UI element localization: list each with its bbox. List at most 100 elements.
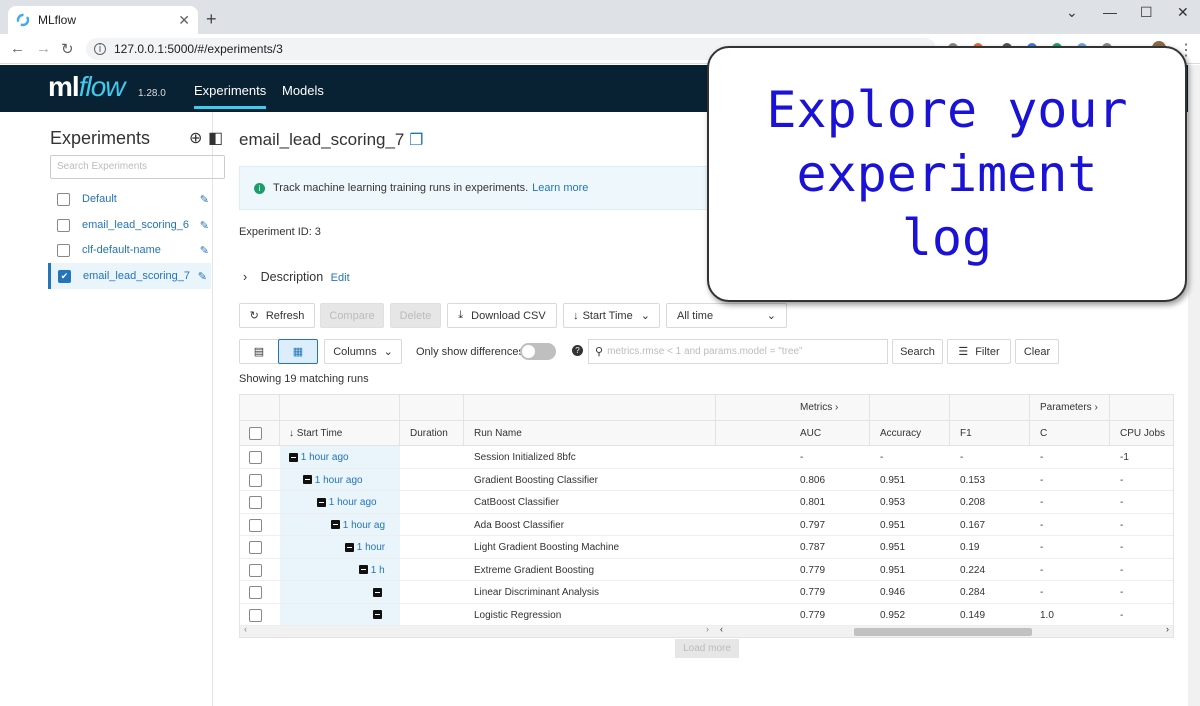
chevron-right-icon[interactable]: ›: [243, 270, 247, 284]
compare-button[interactable]: Compare: [320, 303, 384, 328]
start-time-cell[interactable]: 1 h: [359, 565, 399, 576]
sort-select[interactable]: ↓ Start Time ⌄: [563, 303, 660, 328]
new-tab-icon[interactable]: +: [206, 9, 217, 30]
load-more-button[interactable]: Load more: [675, 639, 739, 658]
search-button[interactable]: Search: [892, 339, 943, 364]
tab-search-icon[interactable]: ⌄: [1066, 4, 1078, 21]
collapse-row-icon[interactable]: [373, 610, 382, 620]
forward-icon[interactable]: →: [36, 40, 51, 57]
row-checkbox[interactable]: [249, 451, 262, 464]
learn-more-link[interactable]: Learn more: [532, 182, 588, 194]
row-checkbox[interactable]: [249, 473, 262, 487]
scroll-left-icon[interactable]: ‹: [244, 624, 247, 634]
collapse-row-icon[interactable]: [373, 587, 382, 597]
experiment-checkbox[interactable]: [57, 243, 70, 257]
table-row[interactable]: 1 hour ago Gradient Boosting Classifier 0.…: [240, 468, 1173, 491]
sidebar-item-default[interactable]: Default ✎: [50, 186, 213, 212]
download-csv-button[interactable]: ⤓ Download CSV: [447, 303, 557, 328]
collapse-sidebar-icon[interactable]: ◧: [208, 128, 223, 148]
sidebar-item-email-lead-scoring-6[interactable]: email_lead_scoring_6 ✎: [50, 212, 213, 238]
edit-description-link[interactable]: Edit: [331, 272, 350, 284]
page-scrollbar[interactable]: [1188, 65, 1200, 706]
start-time-cell[interactable]: 1 hour ago: [289, 452, 399, 463]
start-time-cell[interactable]: [373, 587, 399, 598]
sidebar-item-clf-default-name[interactable]: clf-default-name ✎: [50, 237, 213, 263]
list-view-icon[interactable]: ▤: [239, 339, 279, 364]
row-checkbox[interactable]: [249, 563, 262, 577]
horizontal-scrollbar[interactable]: ‹ › ‹ ›: [240, 624, 1173, 637]
runs-search-input[interactable]: ⚲ metrics.rmse < 1 and params.model = "t…: [588, 339, 888, 364]
start-time-cell[interactable]: 1 hour ago: [303, 475, 399, 486]
collapse-row-icon[interactable]: [359, 565, 368, 575]
row-checkbox[interactable]: [249, 518, 262, 532]
table-row[interactable]: Linear Discriminant Analysis 0.779 0.946 0.…: [240, 581, 1173, 604]
start-time-link[interactable]: 1 hour ago: [329, 497, 377, 508]
start-time-cell[interactable]: 1 hour ag: [331, 520, 399, 531]
start-time-link[interactable]: 1 hour ago: [301, 452, 349, 463]
site-info-icon[interactable]: i: [94, 43, 106, 55]
clear-button[interactable]: Clear: [1015, 339, 1059, 364]
start-time-cell[interactable]: 1 hour ago: [317, 497, 399, 508]
experiment-checkbox-checked[interactable]: ✔: [58, 269, 71, 283]
help-icon[interactable]: ?: [572, 345, 583, 356]
col-duration[interactable]: Duration: [410, 428, 448, 439]
scroll-right-icon[interactable]: ›: [1166, 624, 1169, 634]
only-differences-toggle[interactable]: [520, 343, 556, 360]
col-auc[interactable]: AUC: [800, 428, 821, 439]
scrollbar-thumb[interactable]: [854, 628, 1032, 636]
row-checkbox[interactable]: [249, 586, 262, 599]
grid-view-icon[interactable]: ▦: [278, 339, 318, 364]
table-row[interactable]: 1 hour ago CatBoost Classifier 0.801 0.953 0…: [240, 491, 1173, 514]
tab-close-icon[interactable]: ✕: [178, 12, 190, 29]
collapse-row-icon[interactable]: [303, 475, 312, 485]
experiment-checkbox[interactable]: [57, 218, 70, 232]
run-name-cell[interactable]: Logistic Regression: [474, 610, 561, 621]
table-row[interactable]: Logistic Regression 0.779 0.952 0.149 1.0 -: [240, 603, 1173, 626]
col-run-name[interactable]: Run Name: [474, 428, 522, 439]
edit-pencil-icon[interactable]: ✎: [198, 270, 207, 283]
start-time-link[interactable]: 1 h: [371, 565, 385, 576]
col-cpu-jobs[interactable]: CPU Jobs: [1120, 428, 1165, 439]
search-experiments-input[interactable]: Search Experiments: [50, 155, 225, 179]
table-row[interactable]: 1 hour ag Ada Boost Classifier 0.797 0.951 0…: [240, 513, 1173, 536]
start-time-link[interactable]: 1 hour ag: [343, 520, 385, 531]
sidebar-item-email-lead-scoring-7[interactable]: ✔ email_lead_scoring_7 ✎: [48, 263, 211, 289]
collapse-row-icon[interactable]: [317, 497, 326, 507]
edit-pencil-icon[interactable]: ✎: [200, 193, 209, 206]
collapse-row-icon[interactable]: [331, 520, 340, 530]
delete-button[interactable]: Delete: [390, 303, 441, 328]
table-row[interactable]: 1 hour ago Session Initialized 8bfc - - - - -1: [240, 446, 1173, 469]
copy-icon[interactable]: ❐: [409, 132, 423, 149]
select-all-checkbox[interactable]: [249, 427, 262, 440]
refresh-button[interactable]: ↻ Refresh: [239, 303, 315, 328]
metrics-group-header[interactable]: Metrics ›: [800, 402, 838, 413]
run-name-cell[interactable]: Extreme Gradient Boosting: [474, 565, 594, 576]
mlflow-logo[interactable]: mlflow: [48, 71, 125, 103]
nav-experiments[interactable]: Experiments: [194, 83, 267, 109]
edit-pencil-icon[interactable]: ✎: [200, 219, 209, 232]
run-name-cell[interactable]: Session Initialized 8bfc: [474, 452, 576, 463]
start-time-cell[interactable]: 1 hour: [345, 542, 399, 553]
nav-models[interactable]: Models: [282, 83, 324, 98]
add-experiment-icon[interactable]: ⊕: [189, 128, 202, 148]
run-name-cell[interactable]: Gradient Boosting Classifier: [474, 475, 598, 486]
col-accuracy[interactable]: Accuracy: [880, 428, 921, 439]
row-checkbox[interactable]: [249, 608, 262, 622]
row-checkbox[interactable]: [249, 541, 262, 554]
filter-button[interactable]: ☰ Filter: [947, 339, 1011, 364]
start-time-cell[interactable]: [373, 610, 399, 621]
col-c[interactable]: C: [1040, 428, 1047, 439]
description-toggle[interactable]: › Description Edit: [243, 270, 350, 284]
minimize-icon[interactable]: —: [1103, 4, 1117, 20]
window-close-icon[interactable]: ✕: [1177, 4, 1189, 21]
parameters-group-header[interactable]: Parameters ›: [1040, 402, 1098, 413]
start-time-link[interactable]: 1 hour: [357, 542, 385, 553]
time-filter-select[interactable]: All time ⌄: [666, 303, 787, 328]
collapse-row-icon[interactable]: [345, 542, 354, 552]
maximize-icon[interactable]: ☐: [1140, 4, 1153, 21]
edit-pencil-icon[interactable]: ✎: [200, 244, 209, 257]
columns-dropdown[interactable]: Columns ⌄: [324, 339, 402, 364]
table-row[interactable]: 1 h Extreme Gradient Boosting 0.779 0.951 0.…: [240, 558, 1173, 581]
reload-icon[interactable]: ↻: [61, 40, 74, 58]
table-row[interactable]: 1 hour Light Gradient Boosting Machine 0.7…: [240, 536, 1173, 559]
